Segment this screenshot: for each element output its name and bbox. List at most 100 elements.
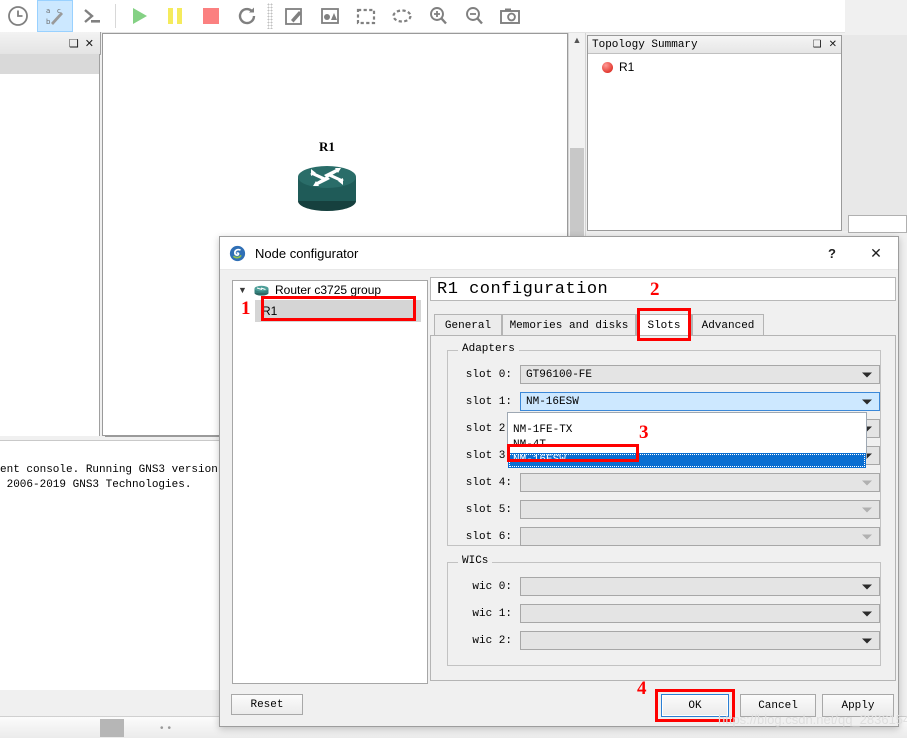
add-note-icon[interactable]: [277, 1, 311, 31]
slot-0-value: GT96100-FE: [526, 368, 593, 381]
wic-row-1: wic 1:: [456, 604, 880, 623]
close-button[interactable]: ✕: [854, 238, 898, 269]
console-line: 2006-2019 GNS3 Technologies.: [0, 479, 192, 491]
slot-1-combobox[interactable]: NM-16ESW: [520, 392, 880, 411]
chevron-up-icon[interactable]: ▲: [569, 33, 585, 45]
chevron-down-icon: [862, 611, 872, 616]
tree-group-label: Router c3725 group: [275, 283, 382, 297]
toolbar-spacer: [845, 0, 907, 32]
chevron-down-icon: [862, 399, 872, 404]
dropdown-item-nm-1fe-tx[interactable]: NM-1FE-TX: [508, 423, 866, 438]
wic-row-0: wic 0:: [456, 577, 880, 596]
help-button[interactable]: ?: [810, 238, 854, 269]
chevron-down-icon: [862, 584, 872, 589]
wic-2-combobox[interactable]: [520, 631, 880, 650]
dropdown-item-nm-16esw[interactable]: NM-16ESW: [508, 453, 866, 468]
status-led-icon: [602, 61, 613, 73]
slot-2-label: slot 2:: [465, 422, 512, 435]
topology-summary-title: Topology Summary: [592, 38, 698, 51]
tree-item-r1[interactable]: R1: [255, 300, 421, 322]
reload-icon[interactable]: [230, 1, 264, 31]
topology-summary-panel: Topology Summary ❑ ✕ R1: [587, 35, 842, 231]
chevron-down-icon: [862, 507, 872, 512]
reset-button[interactable]: Reset: [231, 694, 303, 715]
slot-1-dropdown-list[interactable]: NM-1FE-TX NM-4T NM-16ESW: [507, 412, 867, 468]
svg-text:a: a: [46, 7, 50, 15]
draw-rectangle-icon[interactable]: [349, 1, 383, 31]
dialog-titlebar[interactable]: Node configurator ? ✕: [220, 237, 898, 270]
tab-memories-and-disks[interactable]: Memories and disks: [502, 314, 636, 336]
chevron-down-icon[interactable]: ▼: [238, 285, 248, 295]
gns3-icon: [229, 245, 246, 262]
start-icon[interactable]: [122, 1, 156, 31]
node-tree[interactable]: ▼ Router c3725 group R1: [232, 280, 428, 684]
zoom-out-icon[interactable]: [457, 1, 491, 31]
slots-tab-pane: Adapters slot 0: GT96100-FE slot 1: NM-1…: [430, 336, 896, 681]
toolbar-drag-handle[interactable]: [267, 3, 273, 29]
scroll-dots-icon: ••: [160, 723, 176, 734]
wic-0-combobox[interactable]: [520, 577, 880, 596]
chevron-down-icon: [862, 534, 872, 539]
restore-icon[interactable]: ❑: [813, 39, 822, 51]
pause-icon[interactable]: [158, 1, 192, 31]
slot-3-label: slot 3:: [465, 449, 512, 462]
console-icon[interactable]: [75, 1, 109, 31]
left-dock-titlebar: ❑ ✕: [0, 32, 101, 55]
dropdown-item-blank[interactable]: [508, 413, 866, 423]
slot-row-1: slot 1: NM-16ESW: [456, 392, 880, 411]
hscroll-thumb[interactable]: [100, 719, 124, 737]
topology-right-spacer: [842, 35, 907, 231]
main-toolbar: a c b: [0, 0, 845, 33]
wics-legend: WICs: [458, 555, 493, 567]
tab-advanced[interactable]: Advanced: [692, 314, 764, 336]
router-node-r1[interactable]: R1: [289, 139, 365, 215]
router-icon: [253, 285, 270, 296]
chevron-down-icon: [862, 638, 872, 643]
topology-summary-list: R1: [588, 54, 841, 74]
slot-6-combobox[interactable]: [520, 527, 880, 546]
slot-5-combobox[interactable]: [520, 500, 880, 519]
adapters-legend: Adapters: [458, 343, 519, 355]
zoom-in-icon[interactable]: [421, 1, 455, 31]
stop-icon[interactable]: [194, 1, 228, 31]
annotation-number-1: 1: [241, 298, 251, 319]
wic-1-combobox[interactable]: [520, 604, 880, 623]
list-item[interactable]: R1: [602, 60, 841, 74]
screenshot-icon[interactable]: [493, 1, 527, 31]
left-dock-content: [0, 74, 100, 436]
abc-annotation-icon[interactable]: a c b: [37, 0, 73, 32]
left-dock-header: [0, 54, 100, 74]
draw-ellipse-icon[interactable]: [385, 1, 419, 31]
annotation-number-2: 2: [650, 279, 660, 300]
tree-item-label: R1: [262, 304, 278, 318]
wic-0-label: wic 0:: [472, 580, 512, 593]
config-tabs: General Memories and disks Slots Advance…: [430, 314, 896, 336]
slot-0-label: slot 0:: [465, 368, 512, 381]
dialog-title: Node configurator: [255, 245, 359, 261]
slot-row-6: slot 6:: [456, 527, 880, 546]
toolbar-separator: [115, 4, 116, 28]
slot-0-combobox[interactable]: GT96100-FE: [520, 365, 880, 384]
console-line: ent console. Running GNS3 version 1.3: [0, 464, 225, 476]
wic-1-label: wic 1:: [472, 607, 512, 620]
close-icon[interactable]: ✕: [85, 37, 94, 50]
dropdown-item-nm-4t[interactable]: NM-4T: [508, 438, 866, 453]
slot-6-label: slot 6:: [465, 530, 512, 543]
chevron-down-icon: [862, 480, 872, 485]
wic-row-2: wic 2:: [456, 631, 880, 650]
restore-icon[interactable]: ❑: [69, 37, 79, 50]
slot-1-value: NM-16ESW: [526, 395, 579, 408]
wic-2-label: wic 2:: [472, 634, 512, 647]
console-output[interactable]: ent console. Running GNS3 version 1.3 20…: [0, 440, 225, 690]
svg-text:b: b: [46, 18, 51, 26]
slot-row-4: slot 4:: [456, 473, 880, 492]
tree-group-router-c3725[interactable]: ▼ Router c3725 group: [233, 281, 427, 299]
tab-slots[interactable]: Slots: [636, 314, 692, 336]
tab-general[interactable]: General: [434, 314, 502, 336]
insert-image-icon[interactable]: [313, 1, 347, 31]
topology-summary-titlebar: Topology Summary ❑ ✕: [588, 36, 841, 54]
slot-row-5: slot 5:: [456, 500, 880, 519]
slot-4-combobox[interactable]: [520, 473, 880, 492]
close-icon[interactable]: ✕: [829, 39, 837, 51]
clock-icon[interactable]: [1, 1, 35, 31]
